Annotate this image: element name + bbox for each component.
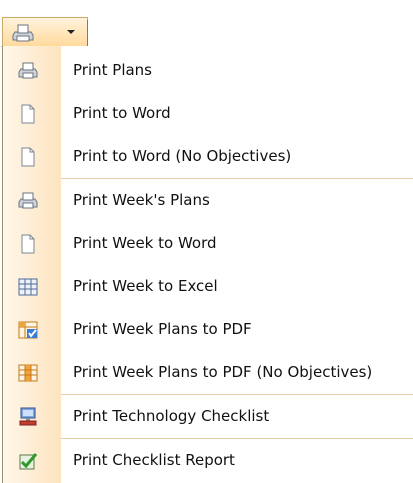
menu-item-label: Print to Word (No Objectives) xyxy=(73,147,292,165)
button-divider xyxy=(87,20,88,46)
menu-item-label: Print Checklist Report xyxy=(73,451,235,469)
computer-icon xyxy=(19,407,37,426)
grid-icon xyxy=(18,278,38,296)
print-menu: Print Plans Print to Word Print to Word … xyxy=(2,46,413,483)
checkmark-icon xyxy=(19,453,38,470)
menu-item-print-to-word-no-objectives[interactable]: Print to Word (No Objectives) xyxy=(3,135,413,178)
menu-item-print-week-plans-to-pdf[interactable]: Print Week Plans to PDF xyxy=(3,308,413,351)
menu-item-print-week-to-excel[interactable]: Print Week to Excel xyxy=(3,265,413,308)
menu-item-label: Print Week's Plans xyxy=(73,191,210,209)
printer-icon xyxy=(18,62,38,79)
document-icon xyxy=(21,147,35,167)
menu-item-label: Print Week to Word xyxy=(73,234,217,252)
menu-item-print-week-plans-to-pdf-no-objectives[interactable]: Print Week Plans to PDF (No Objectives) xyxy=(3,351,413,394)
menu-item-print-to-word[interactable]: Print to Word xyxy=(3,92,413,135)
menu-item-print-plans[interactable]: Print Plans xyxy=(3,49,413,92)
menu-item-label: Print Week Plans to PDF (No Objectives) xyxy=(73,363,373,381)
menu-item-label: Print Technology Checklist xyxy=(73,407,270,425)
toolbar xyxy=(0,0,413,47)
printer-icon xyxy=(18,192,38,209)
print-dropdown-button[interactable] xyxy=(2,17,88,47)
menu-item-print-weeks-plans[interactable]: Print Week's Plans xyxy=(3,179,413,222)
menu-item-label: Print to Word xyxy=(73,104,171,122)
menu-item-label: Print Week Plans to PDF xyxy=(73,320,252,338)
document-icon xyxy=(21,234,35,254)
menu-item-print-technology-checklist[interactable]: Print Technology Checklist xyxy=(3,395,413,438)
menu-item-label: Print Plans xyxy=(73,61,152,79)
grid-check-icon xyxy=(18,321,38,339)
grid-orange-icon xyxy=(18,364,38,382)
menu-item-label: Print Week to Excel xyxy=(73,277,218,295)
chevron-down-icon[interactable] xyxy=(67,30,75,34)
menu-item-print-checklist-report[interactable]: Print Checklist Report xyxy=(3,439,413,482)
menu-item-print-week-to-word[interactable]: Print Week to Word xyxy=(3,222,413,265)
document-icon xyxy=(21,104,35,124)
printer-icon xyxy=(12,24,34,42)
